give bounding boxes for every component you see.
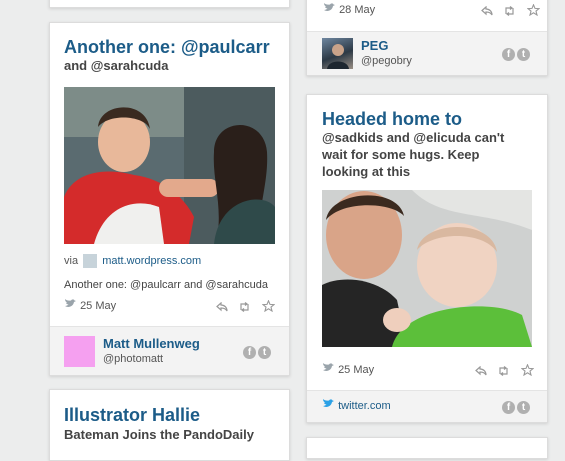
twitter-bird-icon: [323, 3, 336, 17]
facebook-icon[interactable]: f: [243, 346, 256, 360]
avatar-peg[interactable]: [322, 38, 353, 69]
tweet-meta: 25 May: [322, 363, 374, 377]
card-title[interactable]: Another one: @paulcarr: [64, 37, 270, 58]
tweet-meta: 25 May: [64, 299, 116, 313]
reply-icon[interactable]: [216, 299, 228, 317]
reply-icon[interactable]: [481, 3, 493, 21]
user-handle[interactable]: @pegobry: [361, 55, 412, 67]
tweet-photo[interactable]: [322, 190, 532, 347]
card-footer: PEG @pegobry ft: [307, 31, 547, 75]
tweet-date: 25 May: [80, 300, 117, 312]
card-paulcarr: Another one: @paulcarr and @sarahcuda vi…: [49, 22, 290, 376]
card-bottom-right: [306, 437, 548, 459]
social-buttons: ft: [241, 344, 271, 362]
tweet-actions: [475, 3, 541, 21]
twitter-bird-icon: [322, 399, 335, 413]
card-top-left: [49, 0, 290, 8]
facebook-icon[interactable]: f: [502, 48, 515, 62]
card-title[interactable]: Headed home to: [322, 109, 462, 130]
tweet-date: 28 May: [339, 4, 376, 16]
card-subtitle: @sadkids and @elicuda can't wait for som…: [322, 130, 505, 179]
via-link[interactable]: matt.wordpress.com: [102, 255, 201, 267]
source-link[interactable]: twitter.com: [338, 400, 391, 412]
tweet-photo[interactable]: [64, 87, 275, 244]
source-row: twitter.com: [322, 399, 391, 413]
tweet-caption: Another one: @paulcarr and @sarahcuda: [64, 279, 268, 291]
user-name[interactable]: PEG: [361, 38, 388, 53]
twitter-icon[interactable]: t: [517, 401, 530, 415]
twitter-bird-icon: [322, 363, 335, 377]
user-name[interactable]: Matt Mullenweg: [103, 336, 200, 351]
card-subtitle: and @sarahcuda: [64, 58, 169, 73]
tweet-date: 25 May: [338, 364, 375, 376]
via-row: via matt.wordpress.com: [64, 254, 201, 269]
tweet-actions: [210, 299, 276, 317]
retweet-icon[interactable]: [503, 3, 516, 21]
via-label: via: [64, 255, 79, 267]
tweet-actions: [469, 363, 535, 381]
tweet-meta: 28 May: [323, 3, 375, 17]
avatar-matt[interactable]: [64, 336, 95, 367]
card-footer: twitter.com ft: [307, 390, 547, 422]
retweet-icon[interactable]: [497, 363, 510, 381]
card-headed-home: Headed home to @sadkids and @elicuda can…: [306, 94, 548, 423]
reply-icon[interactable]: [475, 363, 487, 381]
card-subtitle: Bateman Joins the PandoDaily: [64, 427, 254, 442]
card-peg: 28 May PEG @pegobry ft: [306, 0, 548, 76]
favorite-icon[interactable]: [526, 3, 541, 21]
favorite-icon[interactable]: [520, 363, 535, 381]
twitter-bird-icon: [64, 299, 77, 313]
via-favicon: [83, 254, 98, 269]
twitter-icon[interactable]: t: [517, 48, 530, 62]
retweet-icon[interactable]: [238, 299, 251, 317]
facebook-icon[interactable]: f: [502, 401, 515, 415]
twitter-icon[interactable]: t: [258, 346, 271, 360]
card-title[interactable]: Illustrator Hallie: [64, 405, 200, 426]
card-illustrator: Illustrator Hallie Bateman Joins the Pan…: [49, 389, 290, 461]
favorite-icon[interactable]: [261, 299, 276, 317]
user-handle[interactable]: @photomatt: [103, 353, 163, 365]
card-footer: Matt Mullenweg @photomatt ft: [50, 326, 289, 375]
social-buttons: ft: [500, 46, 530, 64]
social-buttons: ft: [500, 399, 530, 417]
